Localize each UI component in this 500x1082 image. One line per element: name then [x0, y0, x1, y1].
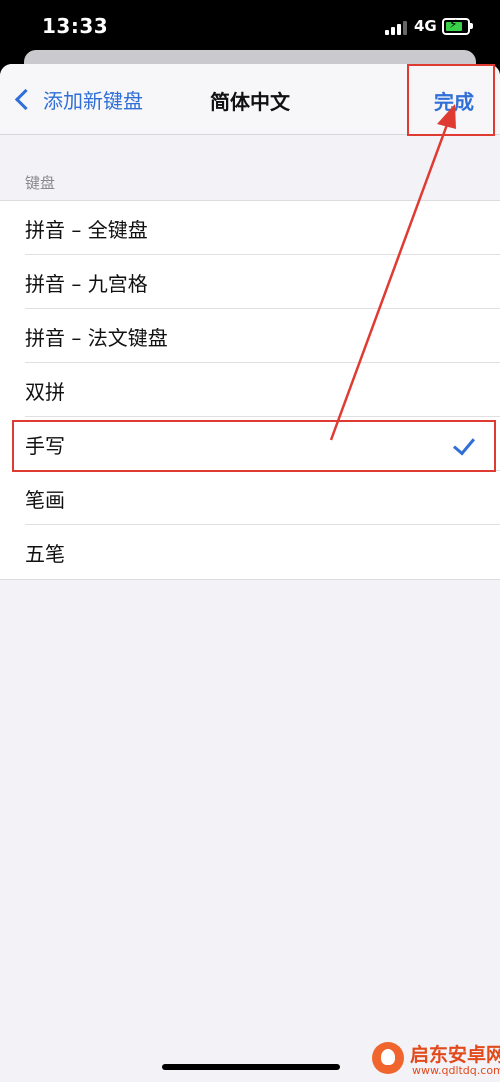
watermark-title: 启东安卓网: [410, 1044, 500, 1066]
keyboard-row-pinyin-french[interactable]: 拼音 – 法文键盘: [0, 309, 500, 363]
keyboard-row-pinyin-full[interactable]: 拼音 – 全键盘: [0, 201, 500, 255]
annotation-box-done: [407, 64, 495, 136]
keyboard-row-label: 五笔: [25, 541, 65, 566]
watermark-logo-icon: [372, 1042, 404, 1074]
keyboard-row-label: 双拼: [25, 379, 65, 404]
watermark-url: www.qdltdq.com: [412, 1064, 500, 1077]
battery-icon: ⚡: [442, 17, 470, 35]
keyboard-row-label: 拼音 – 九宫格: [25, 271, 148, 296]
battery-cap: [470, 23, 473, 29]
keyboard-settings-sheet: 添加新键盘 简体中文 完成 键盘 拼音 – 全键盘 拼音 – 九宫格 拼音 – …: [0, 64, 500, 1082]
network-type: 4G: [414, 17, 437, 35]
keyboard-list: 拼音 – 全键盘 拼音 – 九宫格 拼音 – 法文键盘 双拼 手写 笔画 五笔: [0, 200, 500, 580]
back-button-label: 添加新键盘: [43, 88, 143, 113]
keyboard-row-label: 拼音 – 法文键盘: [25, 325, 168, 350]
keyboard-row-pinyin-nine-grid[interactable]: 拼音 – 九宫格: [0, 255, 500, 309]
section-header: 键盘: [25, 174, 56, 192]
keyboard-row-stroke[interactable]: 笔画: [0, 471, 500, 525]
keyboard-row-label: 拼音 – 全键盘: [25, 217, 148, 242]
keyboard-row-shuangpin[interactable]: 双拼: [0, 363, 500, 417]
keyboard-row-wubi[interactable]: 五笔: [0, 525, 500, 579]
annotation-box-handwriting: [12, 420, 496, 472]
signal-icon: [385, 21, 407, 35]
home-indicator: [162, 1064, 340, 1070]
keyboard-row-label: 笔画: [25, 487, 65, 512]
watermark: 启东安卓网 www.qdltdq.com: [368, 1038, 500, 1080]
chevron-left-icon: [14, 88, 37, 110]
back-button[interactable]: 添加新键盘: [12, 84, 143, 114]
status-time: 13:33: [42, 14, 109, 38]
